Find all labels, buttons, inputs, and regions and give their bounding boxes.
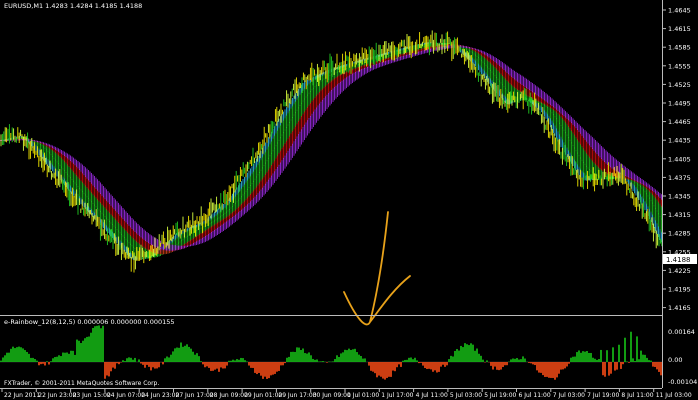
time-tick-label: 1 Jul 17:00 (381, 392, 413, 399)
time-tick-label: 23 Jun 15:00 (73, 392, 111, 399)
time-tick-label: 22 Jun 2011 (4, 392, 40, 399)
time-tick-label: 27 Jun 17:00 (176, 392, 214, 399)
time-tick-label: 30 Jun 09:00 (313, 392, 351, 399)
chart-header-label: EURUSD,M1 1.4283 1.4284 1.4185 1.4188 (4, 2, 142, 10)
indicator-tick-label: 0.00164 (668, 328, 695, 336)
price-tick-label: 1.4525 (668, 81, 691, 89)
time-tick-label: 5 Jul 19:00 (484, 392, 516, 399)
time-tick-label: 6 Jul 11:00 (519, 392, 551, 399)
price-tick-label: 1.4435 (668, 137, 691, 145)
price-tick-label: 1.4405 (668, 155, 691, 163)
time-tick-label: 29 Jun 17:00 (278, 392, 316, 399)
copyright-label: FXTrader, © 2001-2011 MetaQuotes Softwar… (4, 380, 159, 387)
time-tick-label: 7 Jul 19:00 (587, 392, 619, 399)
price-tick-label: 1.4645 (668, 7, 691, 15)
time-tick-label: 7 Jul 03:00 (553, 392, 585, 399)
time-tick-label: 29 Jun 01:00 (244, 392, 282, 399)
price-tick-label: 1.4465 (668, 118, 691, 126)
time-tick-label: 28 Jun 09:00 (210, 392, 248, 399)
time-tick-label: 24 Jun 07:00 (107, 392, 145, 399)
price-tick-label: 1.4165 (668, 304, 691, 312)
price-tick-label: 1.4495 (668, 100, 691, 108)
current-price-label: 1.4188 (666, 256, 691, 264)
price-tick-label: 1.4615 (668, 25, 691, 33)
time-tick-label: 4 Jul 11:00 (416, 392, 448, 399)
indicator-tick-label: 0.00 (668, 356, 682, 364)
time-tick-label: 24 Jun 23:00 (141, 392, 179, 399)
price-tick-label: 1.4555 (668, 62, 691, 70)
time-tick-label: 22 Jun 23:00 (38, 392, 76, 399)
price-tick-label: 1.4225 (668, 267, 691, 275)
price-tick-label: 1.4285 (668, 230, 691, 238)
time-tick-label: 8 Jul 11:00 (621, 392, 653, 399)
time-tick-label: 1 Jul 01:00 (347, 392, 379, 399)
time-tick-label: 5 Jul 03:00 (450, 392, 482, 399)
price-tick-label: 1.4585 (668, 44, 691, 52)
price-tick-label: 1.4195 (668, 286, 691, 294)
price-tick-label: 1.4315 (668, 211, 691, 219)
price-tick-label: 1.4375 (668, 174, 691, 182)
price-tick-label: 1.4345 (668, 193, 691, 201)
indicator-header-label: e-Rainbow_12(8,12,5) 0.000006 0.000000 0… (4, 318, 175, 326)
indicator-tick-label: -0.00104 (668, 378, 697, 386)
time-tick-label: 11 Jul 03:00 (656, 392, 692, 399)
mt4-chart-window[interactable]: 1.4645 1.4615 1.4585 1.4555 1.4525 1.4495 1.44… (0, 0, 698, 400)
current-price-marker: 1.4188 (663, 254, 697, 264)
